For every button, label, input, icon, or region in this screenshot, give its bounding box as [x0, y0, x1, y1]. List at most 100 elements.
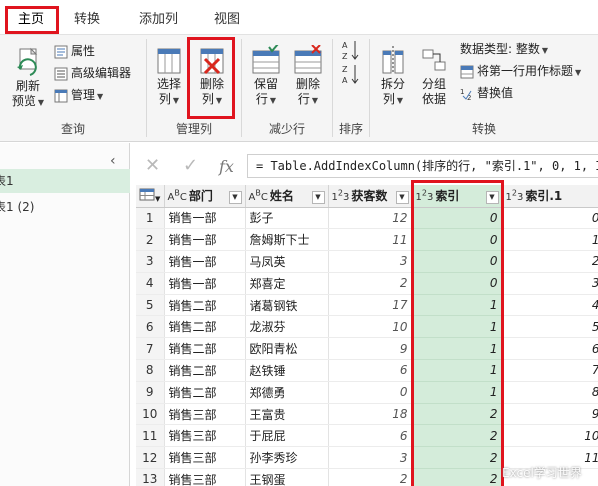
cell-dept[interactable]: 销售二部	[164, 337, 246, 361]
advanced-editor-button[interactable]: 高级编辑器	[54, 63, 131, 83]
manage-button[interactable]: 管理 ▼	[54, 85, 103, 105]
table-row[interactable]: 3销售一部马凤英302	[136, 250, 598, 273]
cell-customers[interactable]: 2	[328, 468, 413, 486]
cell-customers[interactable]: 3	[328, 446, 413, 470]
cell-name[interactable]: 王富贵	[245, 403, 329, 426]
cell-index[interactable]: 0	[412, 272, 503, 295]
column-header-index-1[interactable]: 123 索引.1	[502, 185, 598, 208]
cancel-icon[interactable]: ✕	[145, 155, 160, 176]
tab-add-column[interactable]: 添加列	[122, 6, 200, 34]
use-first-row-headers-button[interactable]: 将第一行用作标题 ▼	[460, 61, 581, 81]
remove-rows-button[interactable]: 删除 行 ▼	[288, 45, 328, 108]
split-column-button[interactable]: 拆分 列 ▼	[376, 45, 410, 108]
column-header-dept[interactable]: ABC 部门 ▼	[164, 185, 246, 208]
filter-dropdown-icon[interactable]: ▼	[228, 191, 242, 205]
cell-dept[interactable]: 销售一部	[164, 272, 246, 295]
refresh-preview-button[interactable]: 刷新 预览 ▼	[10, 47, 46, 110]
collapse-panel-icon[interactable]: ‹	[110, 153, 116, 169]
formula-input[interactable]: = Table.AddIndexColumn(排序的行, "索引.1", 0, …	[247, 154, 598, 178]
cell-dept[interactable]: 销售三部	[164, 424, 246, 448]
cell-name[interactable]: 詹姆斯下士	[245, 228, 329, 252]
table-row[interactable]: 2销售一部詹姆斯下士1101	[136, 228, 598, 252]
cell-index[interactable]: 1	[412, 337, 503, 361]
cell-index-1[interactable]: 5	[502, 315, 598, 339]
cell-customers[interactable]: 11	[328, 228, 413, 252]
cell-customers[interactable]: 6	[328, 424, 413, 448]
choose-columns-button[interactable]: 选择 列 ▼	[151, 45, 187, 108]
cell-dept[interactable]: 销售二部	[164, 315, 246, 339]
cell-customers[interactable]: 0	[328, 381, 413, 404]
table-row[interactable]: 4销售一部郑喜定203	[136, 272, 598, 295]
cell-customers[interactable]: 6	[328, 359, 413, 382]
table-row[interactable]: 7销售二部欧阳青松916	[136, 337, 598, 361]
query-item[interactable]: 表1	[0, 169, 130, 193]
cell-index-1[interactable]: 3	[502, 272, 598, 295]
cell-index[interactable]: 2	[412, 446, 503, 470]
column-header-index[interactable]: 123 索引 ▼	[412, 185, 503, 208]
cell-dept[interactable]: 销售一部	[164, 250, 246, 273]
tab-transform[interactable]: 转换	[61, 6, 122, 34]
cell-name[interactable]: 郑德勇	[245, 381, 329, 404]
cell-name[interactable]: 彭子	[245, 207, 329, 230]
cell-index-1[interactable]: 10	[502, 424, 598, 448]
cell-name[interactable]: 郑喜定	[245, 272, 329, 295]
filter-dropdown-icon[interactable]: ▼	[485, 191, 499, 205]
table-menu-cell[interactable]: ▼	[136, 185, 165, 208]
cell-index-1[interactable]: 7	[502, 359, 598, 382]
cell-index-1[interactable]: 4	[502, 294, 598, 317]
cell-index-1[interactable]: 1	[502, 228, 598, 252]
data-type-dropdown[interactable]: 数据类型: 整数 ▼	[460, 39, 548, 59]
filter-dropdown-icon[interactable]: ▼	[395, 191, 409, 205]
table-row[interactable]: 11 销售三部 于屁屁 6 2 10	[136, 424, 598, 448]
cell-dept[interactable]: 销售三部	[164, 403, 246, 426]
fx-icon[interactable]: fx	[219, 157, 234, 176]
cell-name[interactable]: 龙淑芬	[245, 315, 329, 339]
cell-customers[interactable]: 9	[328, 337, 413, 361]
cell-name[interactable]: 王钢蛋	[245, 468, 329, 486]
cell-dept[interactable]: 销售三部	[164, 446, 246, 470]
cell-customers[interactable]: 17	[328, 294, 413, 317]
cell-index[interactable]: 2	[412, 424, 503, 448]
keep-rows-button[interactable]: 保留 行 ▼	[246, 45, 286, 108]
cell-index[interactable]: 0	[412, 207, 503, 230]
table-row[interactable]: 1销售一部彭子1200	[136, 207, 598, 230]
cell-name[interactable]: 欧阳青松	[245, 337, 329, 361]
cell-dept[interactable]: 销售一部	[164, 228, 246, 252]
cell-index[interactable]: 2	[412, 468, 503, 486]
cell-index[interactable]: 2	[412, 403, 503, 426]
cell-index-1[interactable]: 9	[502, 403, 598, 426]
cell-index-1[interactable]: 8	[502, 381, 598, 404]
cell-customers[interactable]: 12	[328, 207, 413, 230]
table-row[interactable]: 6销售二部龙淑芬1015	[136, 315, 598, 339]
cell-customers[interactable]: 3	[328, 250, 413, 273]
table-row[interactable]: 5销售二部诸葛钢铁1714	[136, 294, 598, 317]
properties-button[interactable]: 属性	[54, 41, 95, 61]
replace-values-button[interactable]: 1 2 替换值	[460, 83, 513, 103]
confirm-icon[interactable]: ✓	[183, 155, 198, 176]
cell-customers[interactable]: 2	[328, 272, 413, 295]
cell-name[interactable]: 于屁屁	[245, 424, 329, 448]
cell-customers[interactable]: 10	[328, 315, 413, 339]
remove-columns-button[interactable]: 删除 列 ▼	[193, 45, 231, 108]
table-row[interactable]: 9销售二部郑德勇018	[136, 381, 598, 404]
column-header-name[interactable]: ABC 姓名 ▼	[245, 185, 329, 208]
table-row[interactable]: 8销售二部赵铁锤617	[136, 359, 598, 382]
table-row[interactable]: 10销售三部王富贵1829	[136, 403, 598, 426]
tab-home[interactable]: 主页	[0, 6, 61, 34]
cell-name[interactable]: 马凤英	[245, 250, 329, 273]
query-item[interactable]: 表1 (2)	[0, 195, 130, 219]
cell-index[interactable]: 1	[412, 359, 503, 382]
cell-name[interactable]: 赵铁锤	[245, 359, 329, 382]
cell-index-1[interactable]: 2	[502, 250, 598, 273]
cell-name[interactable]: 孙李秀珍	[245, 446, 329, 470]
cell-index[interactable]: 0	[412, 250, 503, 273]
cell-dept[interactable]: 销售二部	[164, 359, 246, 382]
cell-dept[interactable]: 销售一部	[164, 207, 246, 230]
cell-index[interactable]: 1	[412, 294, 503, 317]
column-header-customers[interactable]: 123 获客数 ▼	[328, 185, 413, 208]
group-by-button[interactable]: 分组 依据	[416, 45, 452, 107]
tab-view[interactable]: 视图	[200, 6, 254, 34]
cell-index[interactable]: 1	[412, 315, 503, 339]
cell-dept[interactable]: 销售三部	[164, 468, 246, 486]
sort-ascending-button[interactable]: A Z	[342, 39, 360, 61]
